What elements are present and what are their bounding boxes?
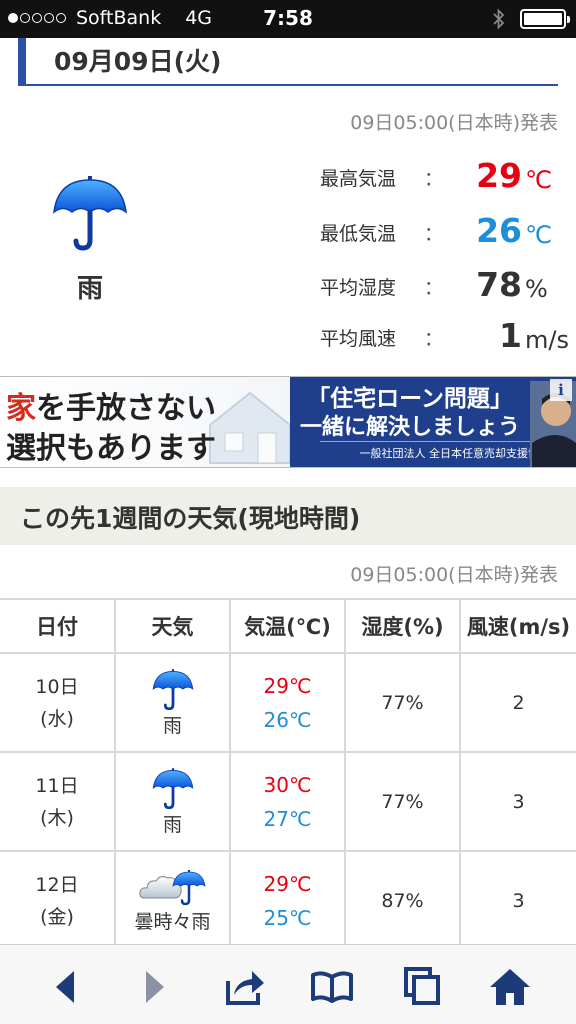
- row-day: 12日: [35, 873, 79, 896]
- stat-unit: ℃: [525, 221, 552, 249]
- temp-cell: 30℃ 27℃: [229, 751, 346, 852]
- weather-cell: 雨: [114, 652, 231, 753]
- week-forecast-table: 日付 天気 気温(℃) 湿度(%) 風速(m/s) 10日 (水) 雨 29℃ …: [0, 598, 576, 951]
- row-dow: (木): [40, 806, 74, 829]
- weather-cell: 曇時々雨: [114, 850, 231, 951]
- umbrella-icon: [152, 669, 193, 711]
- date-cell: 10日 (水): [0, 652, 116, 753]
- ad-left-panel: 家を手放さない 選択もあります: [0, 377, 291, 467]
- day-header: 09月09日(火): [18, 38, 558, 86]
- weather-label: 雨: [162, 814, 182, 836]
- stat-label: 平均湿度: [320, 277, 397, 299]
- temp-low: 26℃: [263, 707, 312, 732]
- stat-label: 最高気温: [320, 168, 397, 190]
- temp-low: 27℃: [263, 806, 312, 831]
- ad-banner[interactable]: 家を手放さない 選択もあります 「住宅ローン問題」 一緒に解決しましょう 一般社…: [0, 376, 576, 468]
- stat-avg-humidity: 平均湿度 ： 78 %: [320, 265, 560, 305]
- week-forecast-title: この先1週間の天気(現地時間): [20, 504, 361, 533]
- cloud-umbrella-icon: [138, 870, 205, 906]
- tabs-icon[interactable]: [400, 965, 444, 1009]
- browser-toolbar: [0, 944, 576, 1024]
- wind-cell: 3: [459, 850, 576, 951]
- status-bar: SoftBank 4G 7:58: [0, 0, 576, 38]
- stat-colon: ：: [424, 328, 444, 350]
- bookmarks-icon[interactable]: [310, 965, 354, 1009]
- today-issued-time: 09日05:00(日本時)発表: [350, 112, 558, 134]
- bluetooth-icon: [493, 8, 505, 30]
- stat-unit: m/s: [525, 326, 569, 354]
- stat-label: 最低気温: [320, 223, 397, 245]
- home-icon[interactable]: [488, 965, 532, 1009]
- humidity-cell: 87%: [344, 850, 461, 951]
- ad-right-panel: 「住宅ローン問題」 一緒に解決しましょう 一般社団法人 全日本任意売却支援協会: [290, 377, 576, 467]
- temp-high: 29℃: [263, 871, 312, 896]
- today-weather-label: 雨: [76, 274, 103, 304]
- wind-cell: 2: [459, 652, 576, 753]
- temp-high: 30℃: [263, 772, 312, 797]
- col-header-temp: 気温(℃): [229, 598, 346, 654]
- ad-right-line2: 一緒に解決しましょう: [299, 415, 520, 440]
- status-right: [492, 8, 570, 30]
- stat-colon: ：: [424, 223, 444, 245]
- table-row: 10日 (水) 雨 29℃ 26℃ 77% 2: [0, 652, 576, 753]
- stat-unit: ℃: [525, 166, 552, 194]
- forward-icon[interactable]: [132, 965, 176, 1009]
- row-day: 11日: [35, 774, 79, 797]
- temp-cell: 29℃ 26℃: [229, 652, 346, 753]
- share-icon[interactable]: [222, 965, 266, 1009]
- row-day: 10日: [35, 675, 79, 698]
- back-icon[interactable]: [44, 965, 88, 1009]
- stat-min-temp: 最低気温 ： 26 ℃: [320, 211, 560, 251]
- ad-headline-line2: 選択もあります: [6, 431, 216, 466]
- ad-headline-rest: を手放さない: [36, 391, 216, 426]
- ad-info-icon[interactable]: i: [550, 379, 572, 401]
- weather-cell: 雨: [114, 751, 231, 852]
- table-row: 11日 (木) 雨 30℃ 27℃ 77% 3: [0, 751, 576, 852]
- table-header-row: 日付 天気 気温(℃) 湿度(%) 風速(m/s): [0, 598, 576, 654]
- status-time: 7:58: [263, 6, 313, 30]
- temp-low: 25℃: [263, 905, 312, 930]
- col-header-weather: 天気: [114, 598, 231, 654]
- ad-sponsor: 一般社団法人 全日本任意売却支援協会: [320, 441, 550, 461]
- ad-headline-line1: 家を手放さない: [6, 383, 216, 427]
- stat-value: 29: [476, 156, 522, 195]
- stat-value: 26: [476, 211, 522, 250]
- wind-cell: 3: [459, 751, 576, 852]
- temp-high: 29℃: [263, 673, 312, 698]
- ad-headline-accent: 家: [6, 391, 36, 426]
- battery-icon: [520, 9, 570, 29]
- stat-max-temp: 最高気温 ： 29 ℃: [320, 156, 560, 196]
- stat-unit: %: [525, 275, 548, 303]
- humidity-cell: 77%: [344, 751, 461, 852]
- row-dow: (金): [40, 905, 74, 928]
- day-header-date: 09月09日(火): [54, 47, 222, 76]
- umbrella-icon: [152, 768, 193, 810]
- ad-right-line1: 「住宅ローン問題」: [307, 386, 513, 412]
- stat-label: 平均風速: [320, 328, 397, 350]
- col-header-humidity: 湿度(%): [344, 598, 461, 654]
- week-issued-time: 09日05:00(日本時)発表: [350, 564, 558, 586]
- temp-cell: 29℃ 25℃: [229, 850, 346, 951]
- humidity-cell: 77%: [344, 652, 461, 753]
- stat-value: 1: [499, 316, 522, 355]
- stat-colon: ：: [424, 277, 444, 299]
- stat-colon: ：: [424, 168, 444, 190]
- week-forecast-header: この先1週間の天気(現地時間): [0, 487, 576, 545]
- date-cell: 12日 (金): [0, 850, 116, 951]
- col-header-wind: 風速(m/s): [459, 598, 576, 654]
- weather-label: 曇時々雨: [134, 911, 211, 933]
- row-dow: (水): [40, 707, 74, 730]
- table-row: 12日 (金) 曇時々雨 29℃ 25℃ 87% 3: [0, 850, 576, 951]
- umbrella-icon: [53, 176, 127, 251]
- stat-avg-wind: 平均風速 ： 1 m/s: [320, 316, 569, 356]
- date-cell: 11日 (木): [0, 751, 116, 852]
- col-header-date: 日付: [0, 598, 116, 654]
- stat-value: 78: [476, 265, 522, 304]
- weather-label: 雨: [162, 715, 182, 737]
